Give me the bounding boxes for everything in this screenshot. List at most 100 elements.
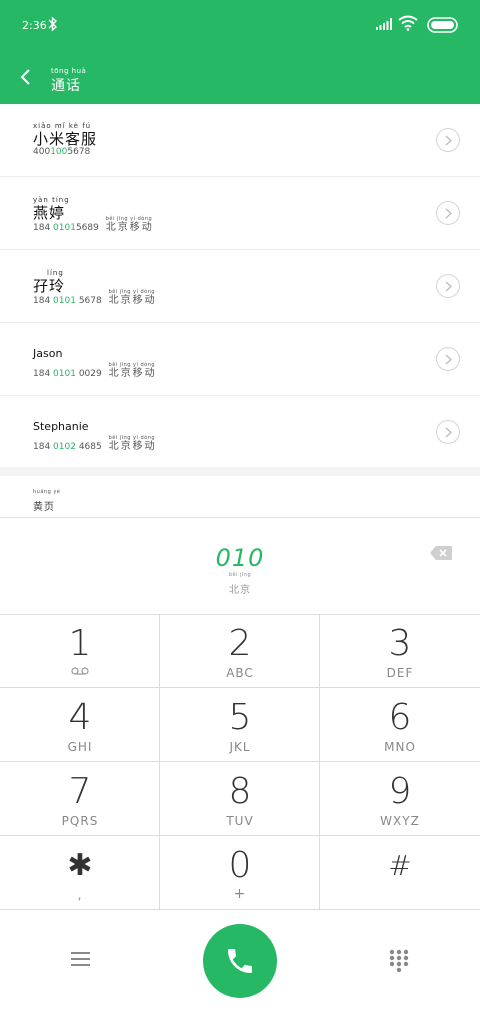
backspace-icon[interactable] bbox=[429, 545, 453, 561]
contact-detail-button[interactable] bbox=[436, 128, 460, 152]
key-letters: , bbox=[77, 888, 83, 902]
key-digit: 3 bbox=[388, 623, 412, 664]
key-digit: # bbox=[388, 849, 412, 882]
contact-location: běi jīng yí dòng 北京移动 bbox=[109, 362, 157, 379]
page-title-pinyin: tōng huà bbox=[51, 67, 87, 75]
number-prefix: 184 bbox=[33, 369, 54, 379]
contact-detail-button[interactable] bbox=[436, 274, 460, 298]
contact-row[interactable]: líng 孖玲 184 0101 5678 běi jīng yí dòng 北… bbox=[0, 250, 480, 323]
contact-location-text: 北京移动 bbox=[105, 222, 154, 233]
menu-icon[interactable] bbox=[70, 950, 92, 968]
contact-number: 4001005678 bbox=[33, 147, 90, 157]
page-title-text: 通话 bbox=[51, 78, 81, 94]
dialed-number[interactable]: 010 bbox=[0, 544, 480, 572]
number-prefix: 400 bbox=[33, 147, 51, 157]
contact-number: 184 0101 0029 běi jīng yí dòng 北京移动 bbox=[33, 362, 157, 379]
contact-row[interactable]: Jason 184 0101 0029 běi jīng yí dòng 北京移… bbox=[0, 323, 480, 396]
key-1[interactable]: 1 bbox=[0, 614, 160, 688]
key-hash[interactable]: # bbox=[320, 836, 480, 910]
chevron-right-icon bbox=[445, 281, 452, 292]
key-6[interactable]: 6 MNO bbox=[320, 688, 480, 762]
key-digit: 6 bbox=[388, 697, 412, 738]
number-match: 0101 bbox=[53, 296, 76, 306]
key-digit: ✱ bbox=[67, 848, 93, 883]
key-letters: ABC bbox=[226, 666, 254, 680]
key-letters: TUV bbox=[226, 814, 254, 828]
contact-number: 184 01015689 běi jīng yí dòng 北京移动 bbox=[33, 216, 154, 233]
key-digit: 9 bbox=[388, 771, 412, 812]
signal-icon bbox=[376, 18, 392, 30]
key-digit: 5 bbox=[228, 697, 252, 738]
number-suffix: 5678 bbox=[67, 147, 91, 157]
contact-location-text: 北京移动 bbox=[108, 368, 157, 379]
contact-list: xiǎo mǐ kè fú 小米客服 4001005678 yàn tíng 燕… bbox=[0, 104, 480, 468]
key-letters: + bbox=[233, 886, 247, 902]
yellow-pages-text: 黄页 bbox=[33, 502, 55, 513]
contact-location: běi jīng yí dòng 北京移动 bbox=[109, 289, 157, 306]
key-star[interactable]: ✱ , bbox=[0, 836, 160, 910]
key-digit: 4 bbox=[68, 697, 92, 738]
key-4[interactable]: 4 GHI bbox=[0, 688, 160, 762]
key-letters: GHI bbox=[67, 740, 93, 754]
contact-detail-button[interactable] bbox=[436, 201, 460, 225]
dialed-location-text: 北京 bbox=[229, 585, 251, 596]
contact-name: xiǎo mǐ kè fú 小米客服 bbox=[33, 122, 97, 148]
contact-number: 184 0101 5678 běi jīng yí dòng 北京移动 bbox=[33, 289, 157, 306]
contact-name-text: Jason bbox=[33, 347, 63, 360]
app-bar: tōng huà 通话 bbox=[0, 52, 480, 104]
contact-name-text: 小米客服 bbox=[33, 130, 98, 148]
chevron-right-icon bbox=[445, 135, 452, 146]
number-suffix: 4685 bbox=[75, 442, 102, 452]
number-match: 0101 bbox=[53, 369, 76, 379]
contact-location: běi jīng yí dòng 北京移动 bbox=[106, 216, 154, 233]
number-prefix: 184 bbox=[33, 296, 54, 306]
number-match: 100 bbox=[50, 147, 68, 157]
key-2[interactable]: 2 ABC bbox=[160, 614, 320, 688]
number-suffix: 5678 bbox=[75, 296, 102, 306]
status-bar: 2:36 bbox=[0, 0, 480, 52]
key-letters: DEF bbox=[386, 666, 414, 680]
key-7[interactable]: 7 PQRS bbox=[0, 762, 160, 836]
key-5[interactable]: 5 JKL bbox=[160, 688, 320, 762]
chevron-left-icon[interactable] bbox=[16, 66, 38, 88]
contact-row[interactable]: xiǎo mǐ kè fú 小米客服 4001005678 bbox=[0, 104, 480, 177]
contact-name-text: Stephanie bbox=[33, 420, 89, 433]
section-divider bbox=[0, 467, 480, 476]
battery-icon bbox=[427, 17, 458, 33]
key-8[interactable]: 8 TUV bbox=[160, 762, 320, 836]
key-letters: JKL bbox=[229, 740, 251, 754]
contact-number: 184 0102 4685 běi jīng yí dòng 北京移动 bbox=[33, 435, 157, 452]
chevron-right-icon bbox=[445, 208, 452, 219]
dialed-number-area: 010 běi jīng 北京 bbox=[0, 518, 480, 615]
key-letters: WXYZ bbox=[380, 814, 420, 828]
contact-name: Jason bbox=[33, 347, 62, 360]
contact-name-pinyin: líng bbox=[47, 269, 64, 277]
bottom-bar bbox=[0, 910, 480, 1013]
number-match: 0102 bbox=[53, 442, 76, 452]
number-suffix: 0029 bbox=[75, 369, 102, 379]
key-digit: 1 bbox=[68, 623, 92, 664]
wifi-icon bbox=[398, 15, 418, 31]
contact-detail-button[interactable] bbox=[436, 420, 460, 444]
contact-name: Stephanie bbox=[33, 420, 89, 433]
key-letters: MNO bbox=[384, 740, 416, 754]
page-title: tōng huà 通话 bbox=[51, 67, 86, 95]
key-0[interactable]: 0 + bbox=[160, 836, 320, 910]
key-digit: 2 bbox=[228, 623, 252, 664]
contact-row[interactable]: Stephanie 184 0102 4685 běi jīng yí dòng… bbox=[0, 396, 480, 468]
bluetooth-icon bbox=[48, 16, 58, 32]
contact-name-pinyin: yàn tíng bbox=[33, 196, 70, 204]
number-suffix: 5689 bbox=[75, 223, 99, 233]
yellow-pages-row[interactable]: huáng yè 黄页 bbox=[0, 476, 480, 518]
chevron-right-icon bbox=[445, 354, 452, 365]
status-time: 2:36 bbox=[22, 19, 47, 32]
call-button[interactable] bbox=[203, 924, 277, 998]
dialed-location: běi jīng 北京 bbox=[0, 572, 480, 597]
key-3[interactable]: 3 DEF bbox=[320, 614, 480, 688]
contact-detail-button[interactable] bbox=[436, 347, 460, 371]
key-digit: 0 bbox=[228, 845, 252, 886]
dialpad-icon[interactable] bbox=[389, 949, 409, 973]
contact-row[interactable]: yàn tíng 燕婷 184 01015689 běi jīng yí dòn… bbox=[0, 177, 480, 250]
chevron-right-icon bbox=[445, 427, 452, 438]
key-9[interactable]: 9 WXYZ bbox=[320, 762, 480, 836]
